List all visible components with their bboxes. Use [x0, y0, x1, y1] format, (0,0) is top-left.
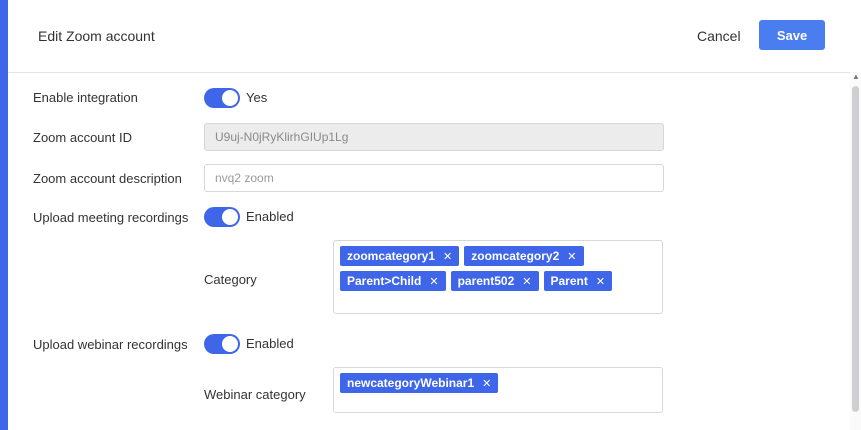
scroll-up-arrow-icon[interactable]: ▲	[852, 72, 860, 82]
enable-integration-toggle[interactable]	[204, 88, 240, 108]
account-id-label: Zoom account ID	[33, 130, 132, 145]
cancel-button[interactable]: Cancel	[697, 28, 741, 44]
close-icon[interactable]: ✕	[596, 275, 605, 288]
account-id-field: U9uj-N0jRyKlirhGIUp1Lg	[204, 123, 664, 151]
scrollbar[interactable]: ▲	[850, 72, 861, 430]
dialog-title: Edit Zoom account	[38, 28, 155, 44]
meeting-recordings-toggle[interactable]	[204, 207, 240, 227]
category-tag: zoomcategory2 ✕	[464, 246, 584, 266]
enable-integration-state: Yes	[246, 90, 268, 105]
category-tag: parent502 ✕	[450, 271, 539, 291]
close-icon[interactable]: ✕	[482, 377, 491, 390]
category-tag: Parent ✕	[543, 271, 613, 291]
dialog-header: Edit Zoom account Cancel Save	[8, 0, 861, 73]
enable-integration-label: Enable integration	[33, 90, 138, 105]
meeting-recordings-state: Enabled	[246, 209, 294, 224]
toggle-knob	[222, 90, 238, 106]
category-tag: zoomcategory1 ✕	[340, 246, 460, 266]
close-icon[interactable]: ✕	[429, 275, 438, 288]
webinar-category-tag-input[interactable]: newcategoryWebinar1 ✕	[333, 367, 663, 413]
category-tag-input[interactable]: zoomcategory1 ✕ zoomcategory2 ✕ Parent>Chi…	[333, 240, 663, 314]
category-tag: Parent>Child ✕	[340, 271, 446, 291]
account-description-label: Zoom account description	[33, 171, 182, 186]
account-description-value: nvq2 zoom	[215, 171, 274, 185]
close-icon[interactable]: ✕	[443, 250, 452, 263]
account-id-value: U9uj-N0jRyKlirhGIUp1Lg	[215, 130, 349, 144]
account-description-field[interactable]: nvq2 zoom	[204, 164, 664, 192]
toggle-knob	[222, 336, 238, 352]
save-button[interactable]: Save	[759, 20, 825, 50]
meeting-recordings-label: Upload meeting recordings	[33, 210, 189, 225]
webinar-category-tag: newcategoryWebinar1 ✕	[340, 373, 499, 393]
webinar-category-label: Webinar category	[204, 387, 306, 402]
webinar-recordings-state: Enabled	[246, 336, 294, 351]
category-label: Category	[204, 272, 257, 287]
toggle-knob	[222, 209, 238, 225]
webinar-recordings-toggle[interactable]	[204, 334, 240, 354]
close-icon[interactable]: ✕	[522, 275, 531, 288]
scrollbar-thumb[interactable]	[852, 86, 859, 412]
left-accent-bar	[0, 0, 8, 430]
webinar-recordings-label: Upload webinar recordings	[33, 337, 188, 352]
close-icon[interactable]: ✕	[567, 250, 576, 263]
